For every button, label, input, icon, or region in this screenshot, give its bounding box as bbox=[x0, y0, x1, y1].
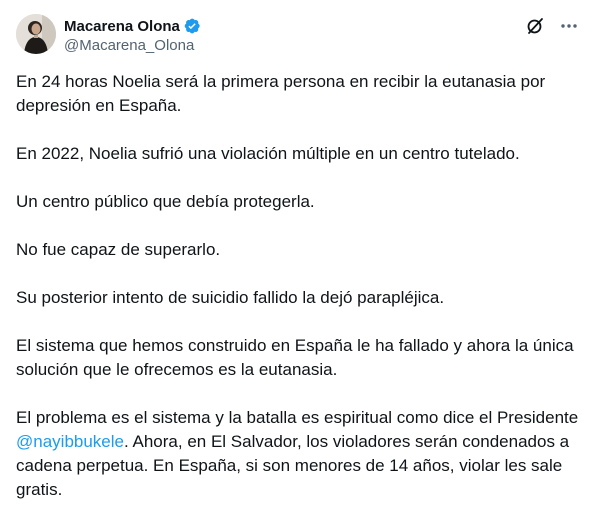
avatar-image bbox=[16, 14, 56, 54]
verified-badge-icon bbox=[183, 17, 201, 35]
tweet-paragraph-4: No fue capaz de superarlo. bbox=[16, 240, 221, 259]
name-row: Macarena Olona bbox=[64, 16, 201, 36]
tweet-paragraph-6: El sistema que hemos construido en Españ… bbox=[16, 336, 574, 379]
header-actions bbox=[525, 16, 579, 36]
tweet-text: En 24 horas Noelia será la primera perso… bbox=[16, 70, 581, 526]
tweet-paragraph-1: En 24 horas Noelia será la primera perso… bbox=[16, 72, 546, 115]
avatar[interactable] bbox=[16, 14, 56, 54]
tweet-paragraph-5: Su posterior intento de suicidio fallido… bbox=[16, 288, 445, 307]
tweet-paragraph-2: En 2022, Noelia sufrió una violación múl… bbox=[16, 144, 520, 163]
mention-link[interactable]: @nayibbukele bbox=[16, 432, 124, 451]
tweet-paragraph-7-start: El problema es el sistema y la batalla e… bbox=[16, 408, 579, 427]
display-name[interactable]: Macarena Olona bbox=[64, 18, 180, 35]
tweet: Macarena Olona @Macarena_Olona En 24 hor… bbox=[0, 0, 595, 527]
tweet-paragraph-3: Un centro público que debía protegerla. bbox=[16, 192, 315, 211]
more-options-icon[interactable] bbox=[559, 16, 579, 36]
grok-icon[interactable] bbox=[525, 16, 545, 36]
author-handle[interactable]: @Macarena_Olona bbox=[64, 37, 201, 54]
tweet-header: Macarena Olona @Macarena_Olona bbox=[16, 14, 579, 58]
author-info: Macarena Olona @Macarena_Olona bbox=[64, 16, 201, 54]
tweet-paragraph-7: El problema es el sistema y la batalla e… bbox=[16, 406, 581, 502]
